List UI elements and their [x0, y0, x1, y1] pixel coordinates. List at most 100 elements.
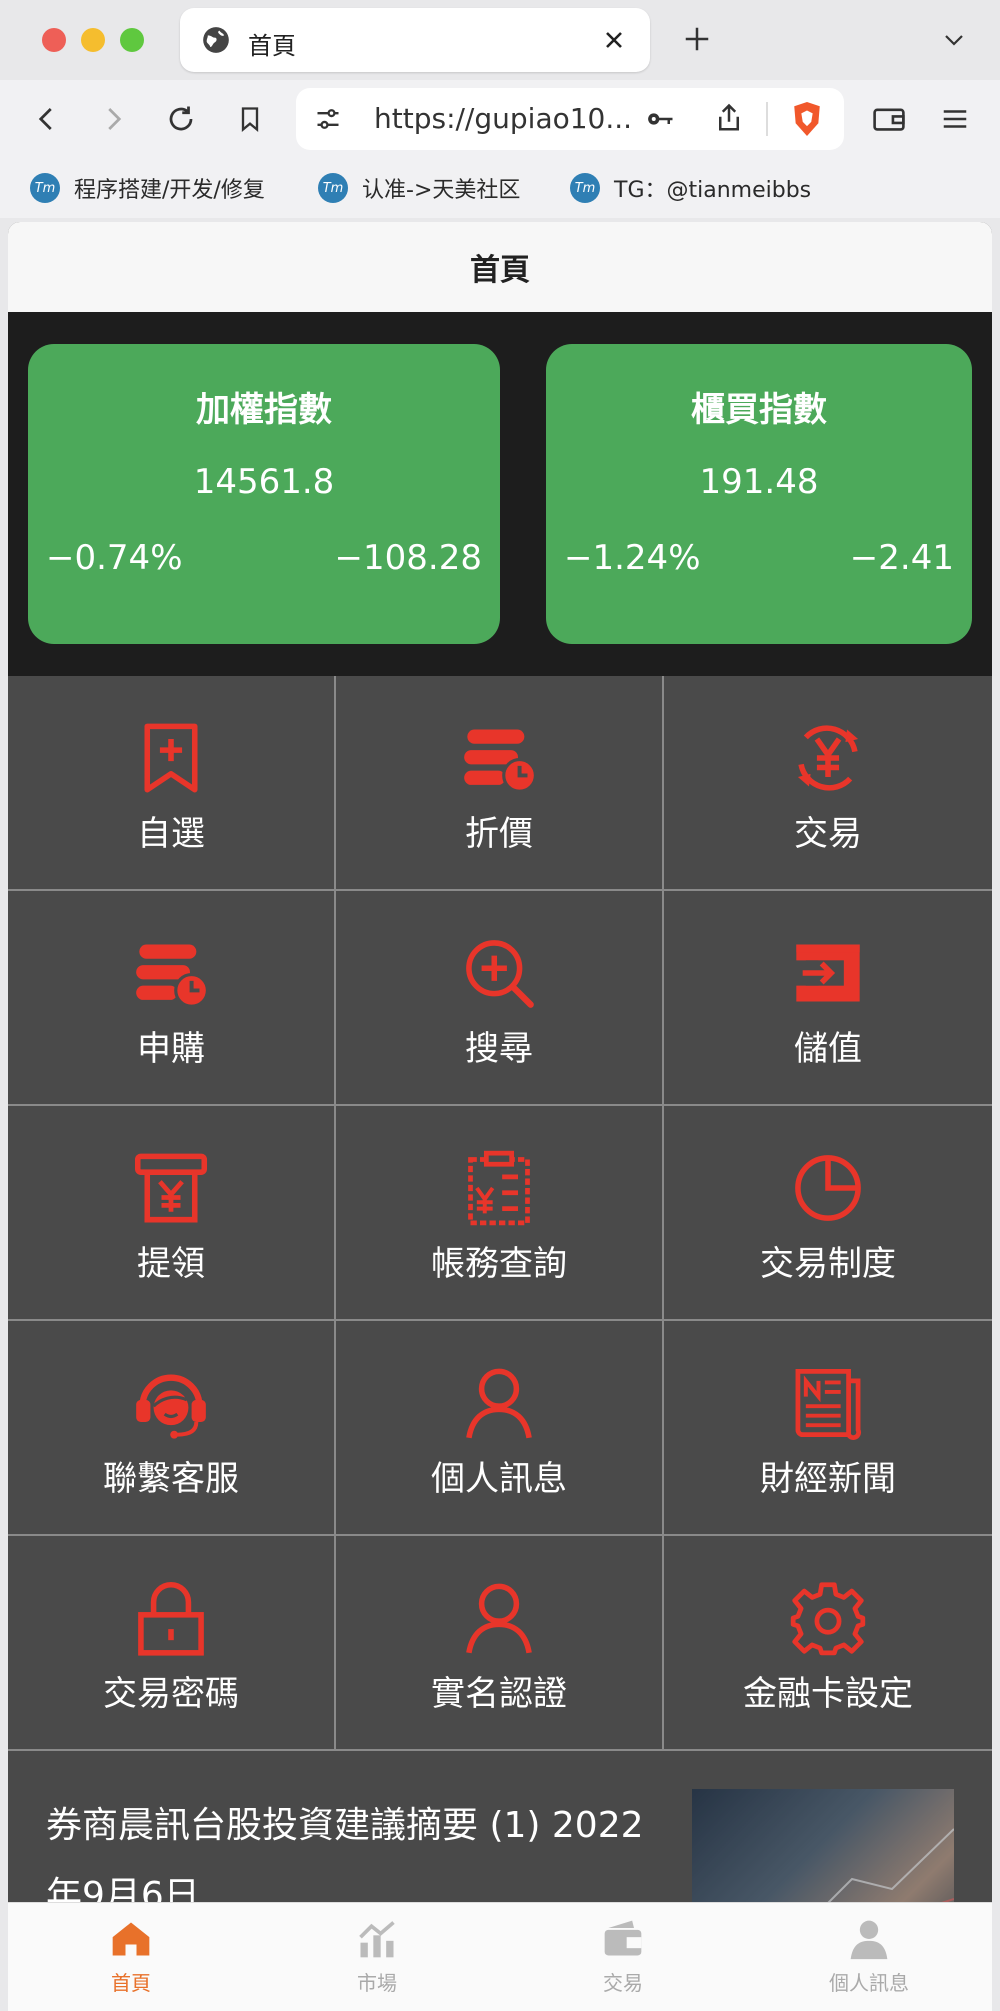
nav-label: 市場 — [357, 1971, 397, 1995]
market-chart-icon — [359, 1921, 395, 1958]
index-change-percent: −0.74% — [46, 538, 183, 578]
menu-item-label: 帳務查詢 — [431, 1244, 567, 1284]
news-title[interactable]: 券商晨訊台股投資建議摘要 (1) 2022年9月6日 — [46, 1791, 666, 1902]
menu-item-label: 提領 — [137, 1244, 205, 1284]
site-settings-icon[interactable] — [314, 105, 342, 133]
menu-item-label: 實名認證 — [431, 1674, 567, 1714]
bookmark-label: 程序搭建/开发/修复 — [74, 178, 265, 203]
index-change: −108.28 — [334, 538, 482, 578]
menu-item-trading-rules[interactable]: 交易制度 — [664, 1106, 992, 1321]
index-change: −2.41 — [849, 538, 954, 578]
forward-icon[interactable] — [98, 104, 128, 134]
menu-item-discount[interactable]: 折價 — [336, 676, 664, 891]
address-bar[interactable]: https://gupiao10... — [296, 88, 844, 150]
share-icon[interactable] — [714, 102, 744, 134]
bookmark-item-1[interactable]: Tm 程序搭建/开发/修复 — [30, 168, 265, 208]
gear-icon — [790, 1582, 866, 1656]
index-change-percent: −1.24% — [564, 538, 701, 578]
nav-label: 交易 — [603, 1971, 643, 1995]
menu-item-bank-card-settings[interactable]: 金融卡設定 — [664, 1536, 992, 1751]
url-text[interactable]: https://gupiao10... — [374, 102, 632, 135]
menu-item-label: 財經新聞 — [760, 1459, 896, 1499]
back-icon[interactable] — [32, 104, 62, 134]
menu-item-label: 交易 — [794, 814, 862, 854]
brave-shield-icon[interactable] — [790, 100, 824, 138]
web-page: 首頁 加權指數 14561.8 −0.74% −108.28 櫃買指數 191.… — [8, 222, 992, 1902]
menu-item-watchlist[interactable]: 自選 — [8, 676, 336, 891]
bottom-nav: 首頁 市場 交易 個人訊息 — [8, 1902, 992, 2011]
menu-item-label: 聯繫客服 — [103, 1459, 239, 1499]
menu-item-label: 個人訊息 — [431, 1459, 567, 1499]
index-name: 加權指數 — [196, 390, 332, 430]
index-card-otc[interactable]: 櫃買指數 191.48 −1.24% −2.41 — [546, 344, 972, 644]
browser-tab[interactable]: 首頁 — [180, 8, 650, 72]
menu-item-label: 交易密碼 — [103, 1674, 239, 1714]
profile-icon — [850, 1920, 888, 1960]
key-icon[interactable] — [644, 104, 676, 134]
menu-item-label: 自選 — [137, 814, 205, 854]
menu-item-customer-service[interactable]: 聯繫客服 — [8, 1321, 336, 1536]
index-value: 14561.8 — [193, 462, 335, 502]
page-title: 首頁 — [8, 222, 992, 312]
menu-item-label: 儲值 — [794, 1029, 862, 1069]
index-name: 櫃買指數 — [691, 390, 827, 430]
menu-item-label: 交易制度 — [760, 1244, 896, 1284]
news-item[interactable]: 券商晨訊台股投資建議摘要 (1) 2022年9月6日 — [8, 1751, 992, 1902]
discount-clock-icon — [464, 729, 537, 793]
newspaper-icon — [795, 1368, 861, 1440]
home-icon — [112, 1922, 150, 1956]
menu-item-trade[interactable]: 交易 — [664, 676, 992, 891]
minimize-window-button[interactable] — [81, 28, 105, 52]
search-plus-icon — [466, 940, 534, 1008]
nav-profile[interactable]: 個人訊息 — [746, 1903, 992, 2011]
index-card-taiex[interactable]: 加權指數 14561.8 −0.74% −108.28 — [28, 344, 500, 644]
menu-item-subscribe[interactable]: 申購 — [8, 891, 336, 1106]
news-thumbnail[interactable] — [692, 1789, 954, 1902]
menu-item-personal-info[interactable]: 個人訊息 — [336, 1321, 664, 1536]
divider — [766, 102, 768, 136]
menu-item-trading-password[interactable]: 交易密碼 — [8, 1536, 336, 1751]
menu-icon[interactable] — [940, 104, 970, 134]
wallet-toolbar-icon[interactable] — [872, 104, 906, 134]
tab-title: 首頁 — [248, 32, 296, 60]
wallet-icon — [604, 1920, 642, 1956]
nav-trade[interactable]: 交易 — [500, 1903, 746, 2011]
menu-item-financial-news[interactable]: 財經新聞 — [664, 1321, 992, 1536]
close-tab-icon[interactable] — [602, 28, 626, 52]
nav-label: 個人訊息 — [829, 1971, 909, 1995]
menu-item-label: 金融卡設定 — [743, 1674, 913, 1714]
chevron-down-icon[interactable] — [942, 28, 966, 52]
bookmark-item-3[interactable]: Tm TG：@tianmeibbs — [570, 168, 811, 208]
bookmark-add-icon — [144, 723, 198, 793]
tm-icon: Tm — [30, 173, 60, 203]
headset-icon — [136, 1374, 206, 1439]
new-tab-icon[interactable] — [682, 24, 712, 54]
menu-item-search[interactable]: 搜尋 — [336, 891, 664, 1106]
globe-icon — [203, 27, 229, 53]
wallet-deposit-icon — [796, 944, 860, 1002]
bookmark-item-2[interactable]: Tm 认准->天美社区 — [318, 168, 520, 208]
index-value: 191.48 — [699, 462, 819, 502]
nav-label: 首頁 — [111, 1971, 151, 1995]
menu-item-deposit[interactable]: 儲值 — [664, 891, 992, 1106]
bookmark-label: 认准->天美社区 — [362, 178, 521, 203]
nav-market[interactable]: 市場 — [254, 1903, 500, 2011]
menu-item-label: 搜尋 — [465, 1029, 533, 1069]
ledger-icon — [468, 1150, 530, 1226]
feature-menu-grid: 自選 折價 交易 申購 搜尋 儲值 提領 帳務查詢 交易制度 聯繫客服 個人訊息… — [8, 676, 992, 1751]
menu-item-withdraw[interactable]: 提領 — [8, 1106, 336, 1321]
atm-withdraw-icon — [134, 1153, 208, 1223]
menu-item-label: 折價 — [465, 814, 533, 854]
reload-icon[interactable] — [166, 104, 196, 134]
close-window-button[interactable] — [42, 28, 66, 52]
user-icon — [466, 1368, 532, 1439]
bookmark-label: TG：@tianmeibbs — [614, 178, 812, 203]
bookmark-icon[interactable] — [236, 104, 264, 134]
menu-item-account-inquiry[interactable]: 帳務查詢 — [336, 1106, 664, 1321]
tm-icon: Tm — [318, 173, 348, 203]
menu-item-real-name-verification[interactable]: 實名認證 — [336, 1536, 664, 1751]
tm-icon: Tm — [570, 173, 600, 203]
nav-home[interactable]: 首頁 — [8, 1903, 254, 2011]
lock-icon — [138, 1581, 204, 1656]
zoom-window-button[interactable] — [120, 28, 144, 52]
